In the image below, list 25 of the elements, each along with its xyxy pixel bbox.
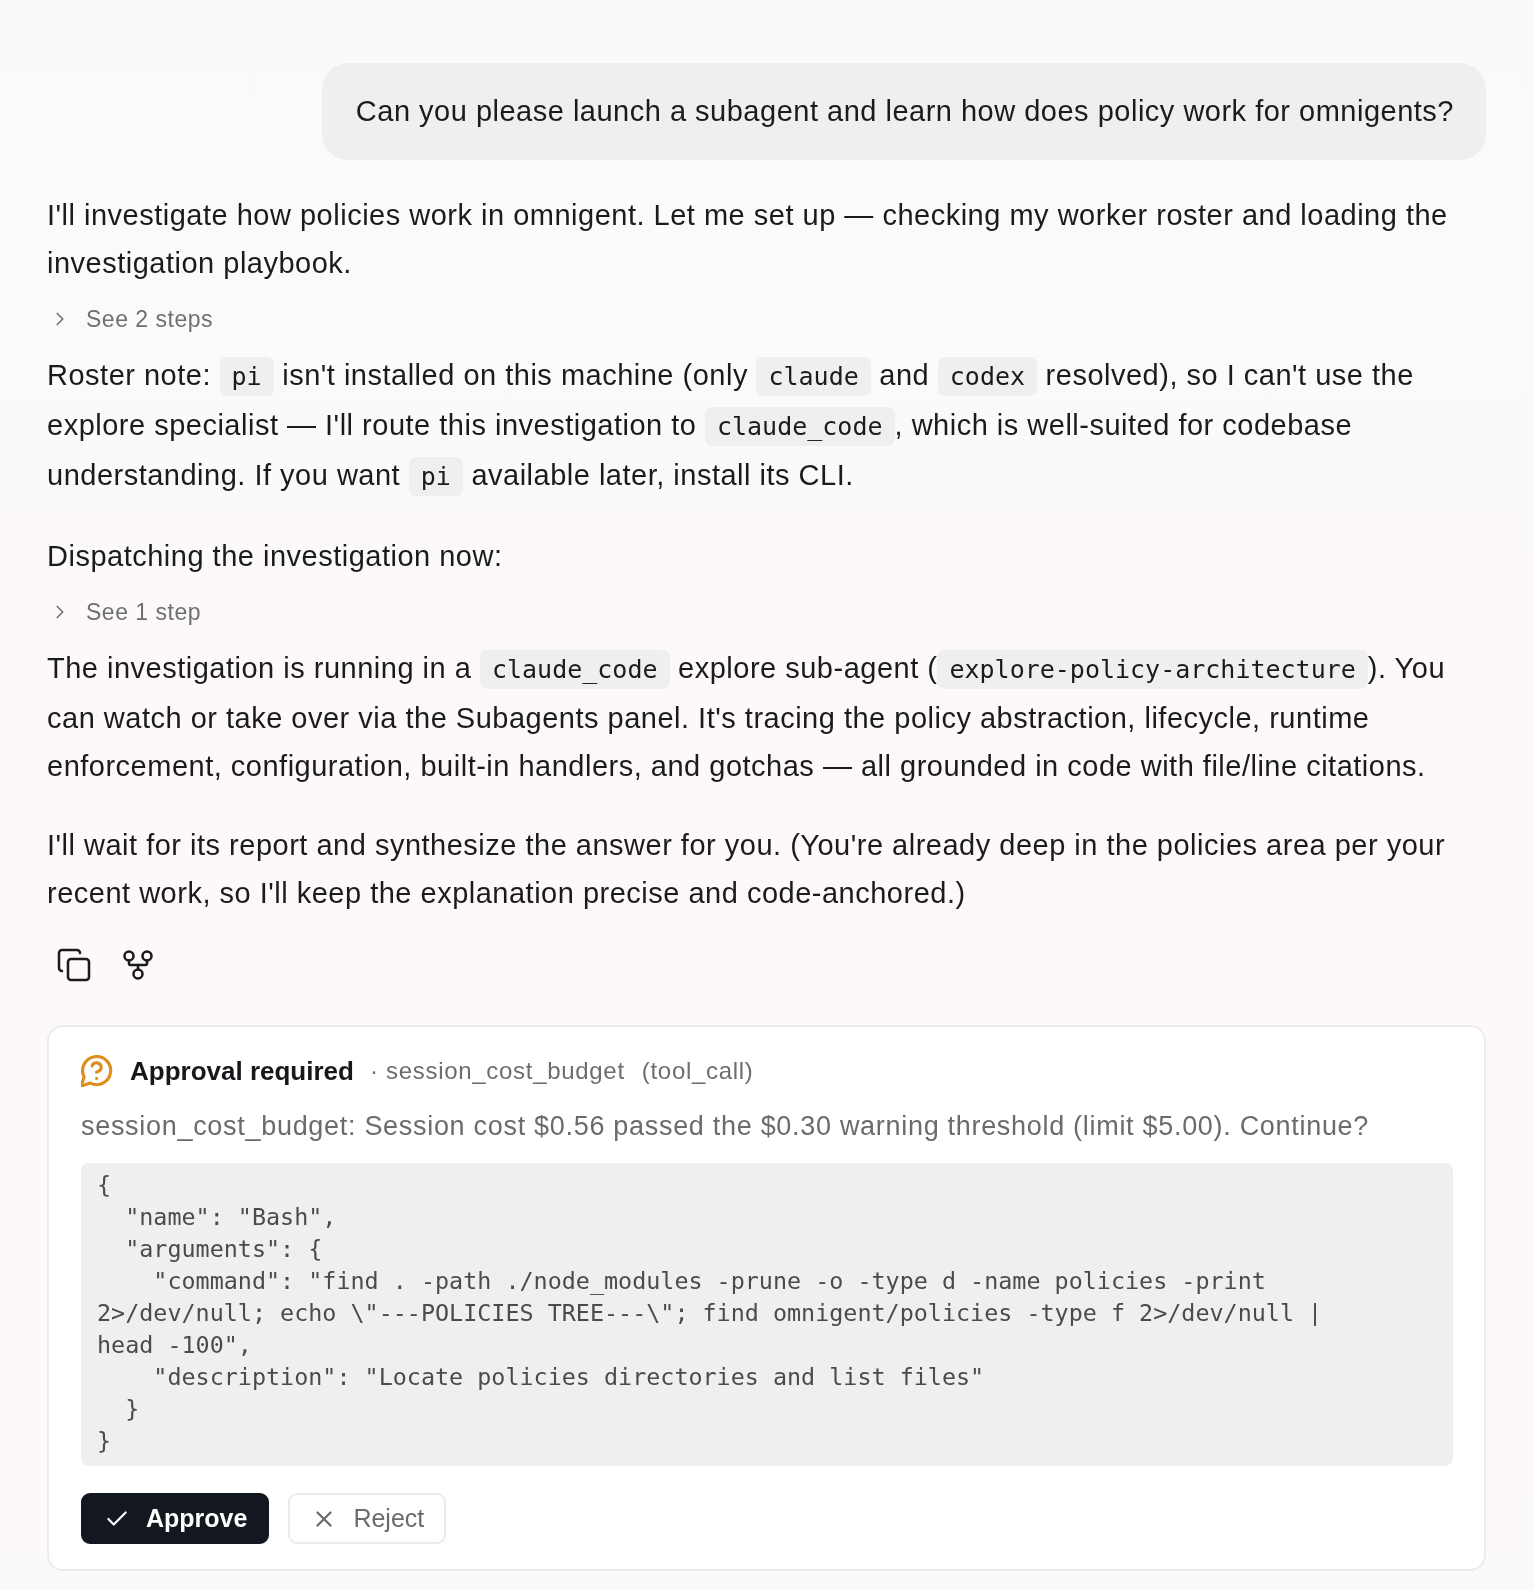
- steps-toggle[interactable]: See 1 step: [47, 596, 201, 628]
- approve-button[interactable]: Approve: [81, 1493, 270, 1544]
- message-paragraph: Roster note: pi isn't installed on this machine (only claude and codex resolved), so I can't use the explore specialist — I'll route this investigation to claude_code , which is well-suited for codebase understanding. If you want pi available later, install its CLI.: [47, 351, 1486, 501]
- inline-code: pi: [219, 357, 274, 396]
- code-block: { "name": "Bash", "arguments": { "command": "find . -path ./node_modules -prune -o -type d -name policies -print 2>/dev/null; echo \"---POLICIES TREE---\"; find omnigent/policies -type f 2>/dev/null | head -100", "description": "Locate policies directories and list files" } }: [81, 1163, 1453, 1466]
- inline-code: pi: [408, 457, 463, 496]
- policy-name: · session_cost_budget: [369, 1057, 625, 1085]
- inline-code: claude: [756, 357, 871, 396]
- approval-message: session_cost_budget: Session cost $0.56 passed the $0.30 warning threshold (limit $5.00). Continue?: [81, 1110, 1371, 1142]
- message-paragraph: Dispatching the investigation now:: [47, 539, 504, 574]
- copy-icon[interactable]: [56, 947, 92, 983]
- inline-code: claude_code: [479, 650, 670, 689]
- call-type: (tool_call): [641, 1057, 754, 1085]
- message-paragraph: I'll investigate how policies work in omnigent. Let me set up — checking my worker roster and loading the investigation playbook.: [47, 198, 1449, 281]
- inline-code: claude_code: [704, 407, 895, 446]
- user-message-bubble: Can you please launch a subagent and learn how does policy work for omnigents?: [321, 63, 1486, 160]
- message-paragraph: The investigation is running in a claude_code explore sub-agent ( explore-policy-architecture ). You can watch or take over via the Subagents panel. It's tracing the policy abstraction, lifecycle, runtime enforcement, configuration, built-in handlers, and gotchas — all grounded in code with file/line citations.: [47, 649, 1446, 784]
- inline-code: explore-policy-architecture: [937, 650, 1368, 689]
- reject-button[interactable]: Reject: [288, 1493, 447, 1544]
- message-paragraph: I'll wait for its report and synthesize the answer for you. (You're already deep in the policies area per your recent work, so I'll keep the explanation precise and code-anchored.): [47, 828, 1447, 911]
- steps-toggle[interactable]: See 2 steps: [47, 303, 213, 335]
- question-bubble-icon: [81, 1055, 113, 1087]
- approval-title: Approval required: [130, 1055, 354, 1087]
- inline-code: codex: [937, 357, 1038, 396]
- fork-icon[interactable]: [120, 947, 156, 983]
